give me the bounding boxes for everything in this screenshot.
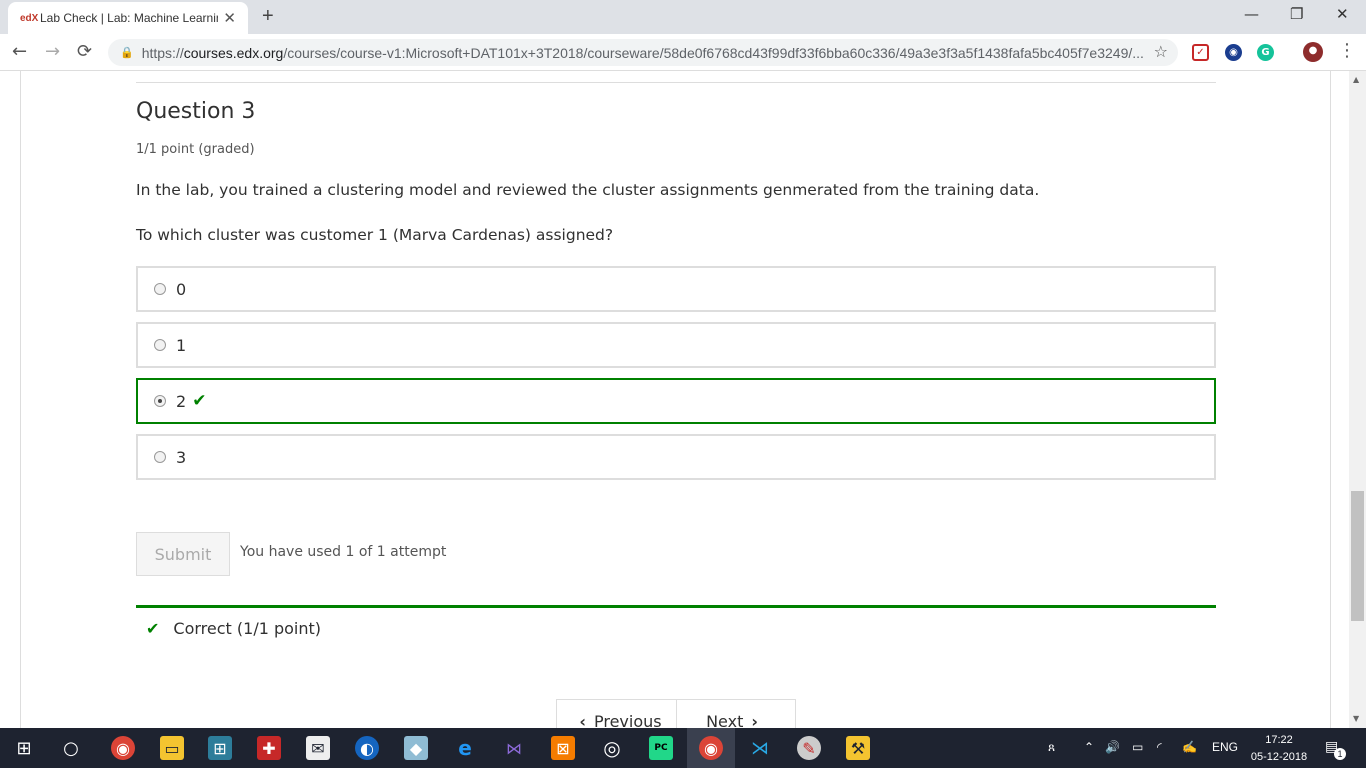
file-explorer-icon[interactable]: ▭ bbox=[160, 736, 184, 760]
store-icon[interactable]: ⊞ bbox=[208, 736, 232, 760]
gift-icon[interactable]: ✚ bbox=[257, 736, 281, 760]
question-points: 1/1 point (graded) bbox=[136, 142, 255, 157]
restore-window-button[interactable]: ❐ bbox=[1290, 5, 1303, 23]
question-text: In the lab, you trained a clustering mod… bbox=[136, 181, 1040, 199]
checkmark-icon: ✔ bbox=[146, 619, 160, 638]
radio-button[interactable] bbox=[154, 451, 166, 463]
answer-option-0[interactable]: 0 bbox=[136, 266, 1216, 312]
language-indicator[interactable]: ENG bbox=[1212, 740, 1238, 754]
wifi-icon[interactable]: ◜ bbox=[1157, 740, 1162, 754]
url-text[interactable]: https://courses.edx.org/courses/course-v… bbox=[142, 45, 1152, 61]
browser-menu-icon[interactable]: ⋮ bbox=[1338, 40, 1356, 61]
vscode-icon[interactable]: ⋊ bbox=[748, 736, 772, 760]
pycharm-icon[interactable]: PC bbox=[649, 736, 673, 760]
xampp-icon[interactable]: ⊠ bbox=[551, 736, 575, 760]
close-window-button[interactable]: ✕ bbox=[1336, 5, 1349, 23]
cortana-search-icon[interactable]: ○ bbox=[59, 736, 83, 760]
edge-icon[interactable]: e bbox=[453, 736, 477, 760]
obs-icon[interactable]: ◎ bbox=[600, 736, 624, 760]
chrome-active-icon[interactable]: ◉ bbox=[699, 736, 723, 760]
browser-extension-icon[interactable]: ◉ bbox=[1225, 44, 1242, 61]
result-notification: ✔ Correct (1/1 point) bbox=[146, 619, 321, 638]
answer-option-3[interactable]: 3 bbox=[136, 434, 1216, 480]
profile-avatar[interactable]: ● bbox=[1303, 42, 1323, 62]
windows-start-icon[interactable]: ⊞ bbox=[12, 736, 36, 760]
submit-button[interactable]: Submit bbox=[136, 532, 230, 576]
forward-arrow-icon[interactable]: → bbox=[45, 41, 60, 62]
clock-time: 17:22 bbox=[1265, 734, 1293, 746]
attempts-text: You have used 1 of 1 attempt bbox=[240, 544, 447, 560]
option-label: 1 bbox=[176, 335, 187, 355]
answer-option-2[interactable]: 2 ✔ bbox=[136, 378, 1216, 424]
chevron-up-icon[interactable]: ⌃ bbox=[1084, 740, 1094, 754]
browser-toolbar: ← → ⟳ 🔒 https://courses.edx.org/courses/… bbox=[0, 34, 1366, 71]
chevron-right-icon: › bbox=[751, 712, 758, 728]
address-bar[interactable]: 🔒 https://courses.edx.org/courses/course… bbox=[108, 39, 1178, 66]
scroll-up-arrow-icon[interactable]: ▲ bbox=[1353, 75, 1359, 84]
browser-tab-active[interactable]: edX Lab Check | Lab: Machine Learnin ✕ bbox=[8, 2, 248, 34]
volume-icon[interactable]: 🔊 bbox=[1105, 740, 1120, 754]
option-label: 2 bbox=[176, 391, 187, 411]
back-arrow-icon[interactable]: ← bbox=[12, 41, 27, 62]
clock-date: 05-12-2018 bbox=[1250, 751, 1308, 763]
radio-button[interactable] bbox=[154, 283, 166, 295]
vertical-scrollbar[interactable]: ▲ ▼ bbox=[1349, 71, 1366, 728]
app-icon[interactable]: ◆ bbox=[404, 736, 428, 760]
bookmark-star-icon[interactable]: ☆ bbox=[1154, 42, 1168, 61]
chrome-taskbar-icon[interactable]: ◉ bbox=[111, 736, 135, 760]
sequence-navigation: ‹ Previous Next › bbox=[556, 699, 796, 728]
previous-button[interactable]: ‹ Previous bbox=[557, 700, 676, 728]
question-prompt: To which cluster was customer 1 (Marva C… bbox=[136, 226, 614, 244]
new-tab-button[interactable]: + bbox=[262, 5, 274, 28]
browser-tab-strip: edX Lab Check | Lab: Machine Learnin ✕ +… bbox=[0, 0, 1366, 34]
app-icon[interactable]: ⚒ bbox=[846, 736, 870, 760]
clock[interactable]: 17:22 05-12-2018 bbox=[1244, 732, 1314, 766]
grammarly-extension-icon[interactable]: G bbox=[1257, 44, 1274, 61]
radio-button[interactable] bbox=[154, 339, 166, 351]
next-button[interactable]: Next › bbox=[676, 700, 795, 728]
page-viewport: Question 3 1/1 point (graded) In the lab… bbox=[0, 71, 1366, 728]
pocket-extension-icon[interactable]: ✓ bbox=[1192, 44, 1209, 61]
result-text: Correct (1/1 point) bbox=[173, 619, 322, 638]
lock-icon: 🔒 bbox=[120, 46, 134, 59]
scrollbar-thumb[interactable] bbox=[1351, 491, 1364, 621]
section-divider bbox=[136, 82, 1216, 83]
radio-button-selected[interactable] bbox=[154, 395, 166, 407]
tab-title: Lab Check | Lab: Machine Learnin bbox=[40, 11, 218, 25]
chevron-left-icon: ‹ bbox=[579, 712, 586, 728]
option-label: 0 bbox=[176, 279, 187, 299]
checkmark-icon: ✔ bbox=[192, 391, 207, 411]
app-icon[interactable]: ◐ bbox=[355, 736, 379, 760]
scroll-down-arrow-icon[interactable]: ▼ bbox=[1353, 714, 1359, 723]
reload-icon[interactable]: ⟳ bbox=[77, 41, 92, 62]
option-label: 3 bbox=[176, 447, 187, 467]
result-divider bbox=[136, 605, 1216, 608]
question-title: Question 3 bbox=[136, 99, 256, 124]
app-icon[interactable]: ✎ bbox=[797, 736, 821, 760]
notification-badge: 1 bbox=[1334, 748, 1346, 760]
answer-option-1[interactable]: 1 bbox=[136, 322, 1216, 368]
people-icon[interactable]: ጸ bbox=[1048, 740, 1055, 755]
tab-close-icon[interactable]: ✕ bbox=[223, 9, 236, 27]
windows-taskbar: ⊞ ○ ◉ ▭ ⊞ ✚ ✉ ◐ ◆ e ⋈ ⊠ ◎ PC ◉ ⋊ ✎ ⚒ ጸ ⌃… bbox=[0, 728, 1366, 768]
minimize-window-button[interactable]: — bbox=[1244, 5, 1259, 23]
pen-icon[interactable]: ✍ bbox=[1182, 740, 1197, 754]
visual-studio-icon[interactable]: ⋈ bbox=[502, 736, 526, 760]
mail-icon[interactable]: ✉ bbox=[306, 736, 330, 760]
edx-favicon-icon: edX bbox=[20, 12, 39, 24]
battery-icon[interactable]: ▭ bbox=[1132, 740, 1143, 754]
